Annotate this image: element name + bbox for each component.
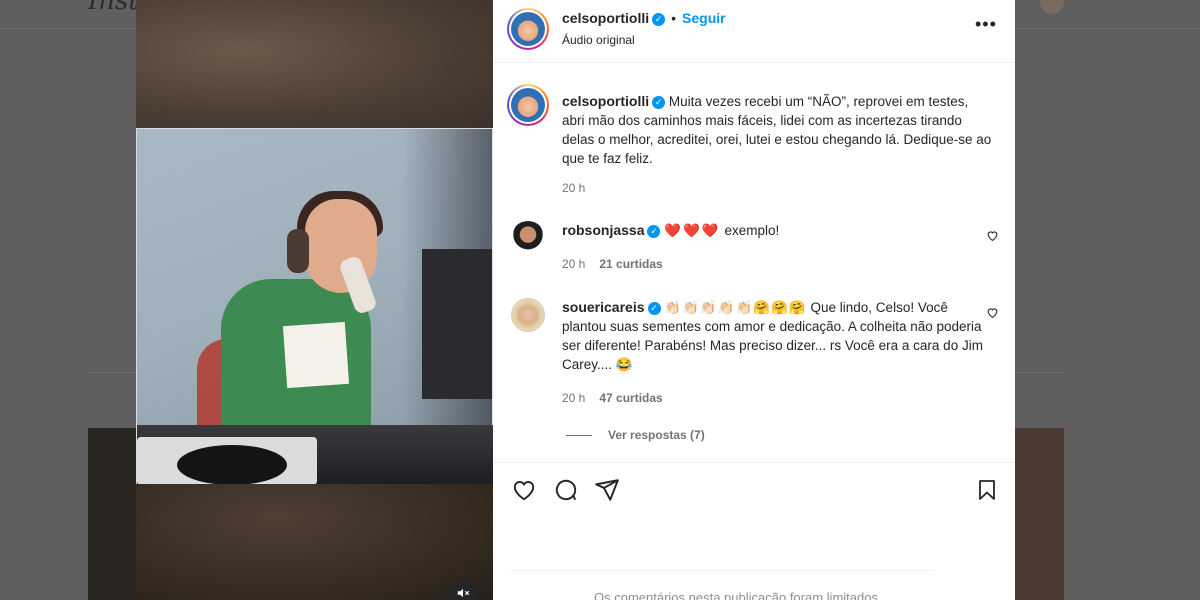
caption-meta: 20 h: [562, 181, 585, 195]
comment-button[interactable]: [553, 477, 579, 508]
verified-badge-icon: ✓: [652, 12, 666, 26]
verified-badge-icon: ✓: [652, 95, 666, 109]
comment-username[interactable]: robsonjassa: [562, 222, 644, 238]
comment-username[interactable]: souericareis: [562, 299, 645, 315]
heart-outline-icon: [987, 308, 998, 319]
follow-button[interactable]: Seguir: [682, 10, 726, 26]
comment-avatar[interactable]: [511, 221, 545, 255]
comments-limited-notice: Os comentários nesta publicação foram li…: [594, 590, 882, 600]
verified-badge-icon: ✓: [647, 301, 661, 315]
profile-avatar: [1040, 0, 1064, 14]
heart-icon: [513, 481, 535, 501]
comment-time[interactable]: 20 h: [562, 257, 585, 271]
share-button[interactable]: [594, 477, 620, 508]
author-username[interactable]: celsoportiolli: [562, 10, 649, 26]
bookmark-icon: [979, 480, 995, 500]
author-avatar[interactable]: [507, 8, 549, 50]
speaker-muted-icon: [457, 588, 470, 598]
comment-likes[interactable]: 47 curtidas: [599, 391, 662, 405]
send-icon: [595, 479, 619, 501]
post-media[interactable]: [136, 0, 493, 600]
save-button[interactable]: [975, 477, 999, 508]
comment-meta: 20 h 47 curtidas: [562, 391, 663, 405]
comment-avatar[interactable]: [511, 298, 545, 332]
video-background-top: [136, 0, 493, 128]
like-comment-button[interactable]: [986, 306, 999, 322]
caption-avatar[interactable]: [507, 84, 549, 126]
headphone: [287, 229, 309, 273]
like-comment-button[interactable]: [986, 229, 999, 245]
comments-list: celsoportiolli ✓ Muita vezes recebi um “N…: [493, 64, 1015, 462]
feed-thumbnail-left[interactable]: [88, 428, 136, 600]
audio-link[interactable]: Áudio original: [562, 33, 635, 47]
comment: robsonjassa ✓ ❤️❤️❤️ exemplo!: [562, 221, 992, 240]
view-replies-button[interactable]: Ver respostas (7): [566, 428, 705, 442]
comment: souericareis ✓ 👏🏻👏🏻👏🏻👏🏻👏🏻🤗🤗🤗 Que lindo, C…: [562, 298, 992, 374]
heart-emojis: ❤️❤️❤️: [664, 223, 721, 238]
heart-outline-icon: [987, 231, 998, 242]
post-header: celsoportiolli ✓ • Seguir Áudio original ••…: [493, 0, 1015, 63]
separator-dot: •: [671, 10, 677, 26]
vinyl-record: [177, 445, 287, 485]
footer-divider: [511, 570, 933, 571]
comment-text: exemplo!: [724, 223, 780, 238]
comment-time[interactable]: 20 h: [562, 391, 585, 405]
comment-likes[interactable]: 21 curtidas: [599, 257, 662, 271]
post-photo: [136, 128, 493, 485]
more-options-icon[interactable]: •••: [975, 14, 997, 35]
view-replies-label: Ver respostas (7): [608, 428, 705, 442]
comment-meta: 20 h 21 curtidas: [562, 257, 663, 271]
caption: celsoportiolli ✓ Muita vezes recebi um “N…: [562, 92, 992, 168]
radio-console: [422, 249, 492, 399]
video-background-bottom: [136, 484, 493, 600]
replies-rule: [566, 434, 592, 436]
paper-sign: [282, 321, 350, 389]
verified-badge-icon: ✓: [647, 224, 661, 238]
caption-time[interactable]: 20 h: [562, 181, 585, 195]
mute-button[interactable]: [448, 578, 478, 600]
comment-icon: [555, 479, 577, 501]
like-button[interactable]: [511, 477, 537, 508]
caption-username[interactable]: celsoportiolli: [562, 93, 649, 109]
clap-hug-emojis: 👏🏻👏🏻👏🏻👏🏻👏🏻🤗🤗🤗: [664, 300, 807, 315]
post-details-panel: celsoportiolli ✓ • Seguir Áudio original ••…: [493, 0, 1015, 600]
action-bar: [493, 462, 1015, 518]
feed-thumbnail-right[interactable]: [1015, 428, 1064, 600]
